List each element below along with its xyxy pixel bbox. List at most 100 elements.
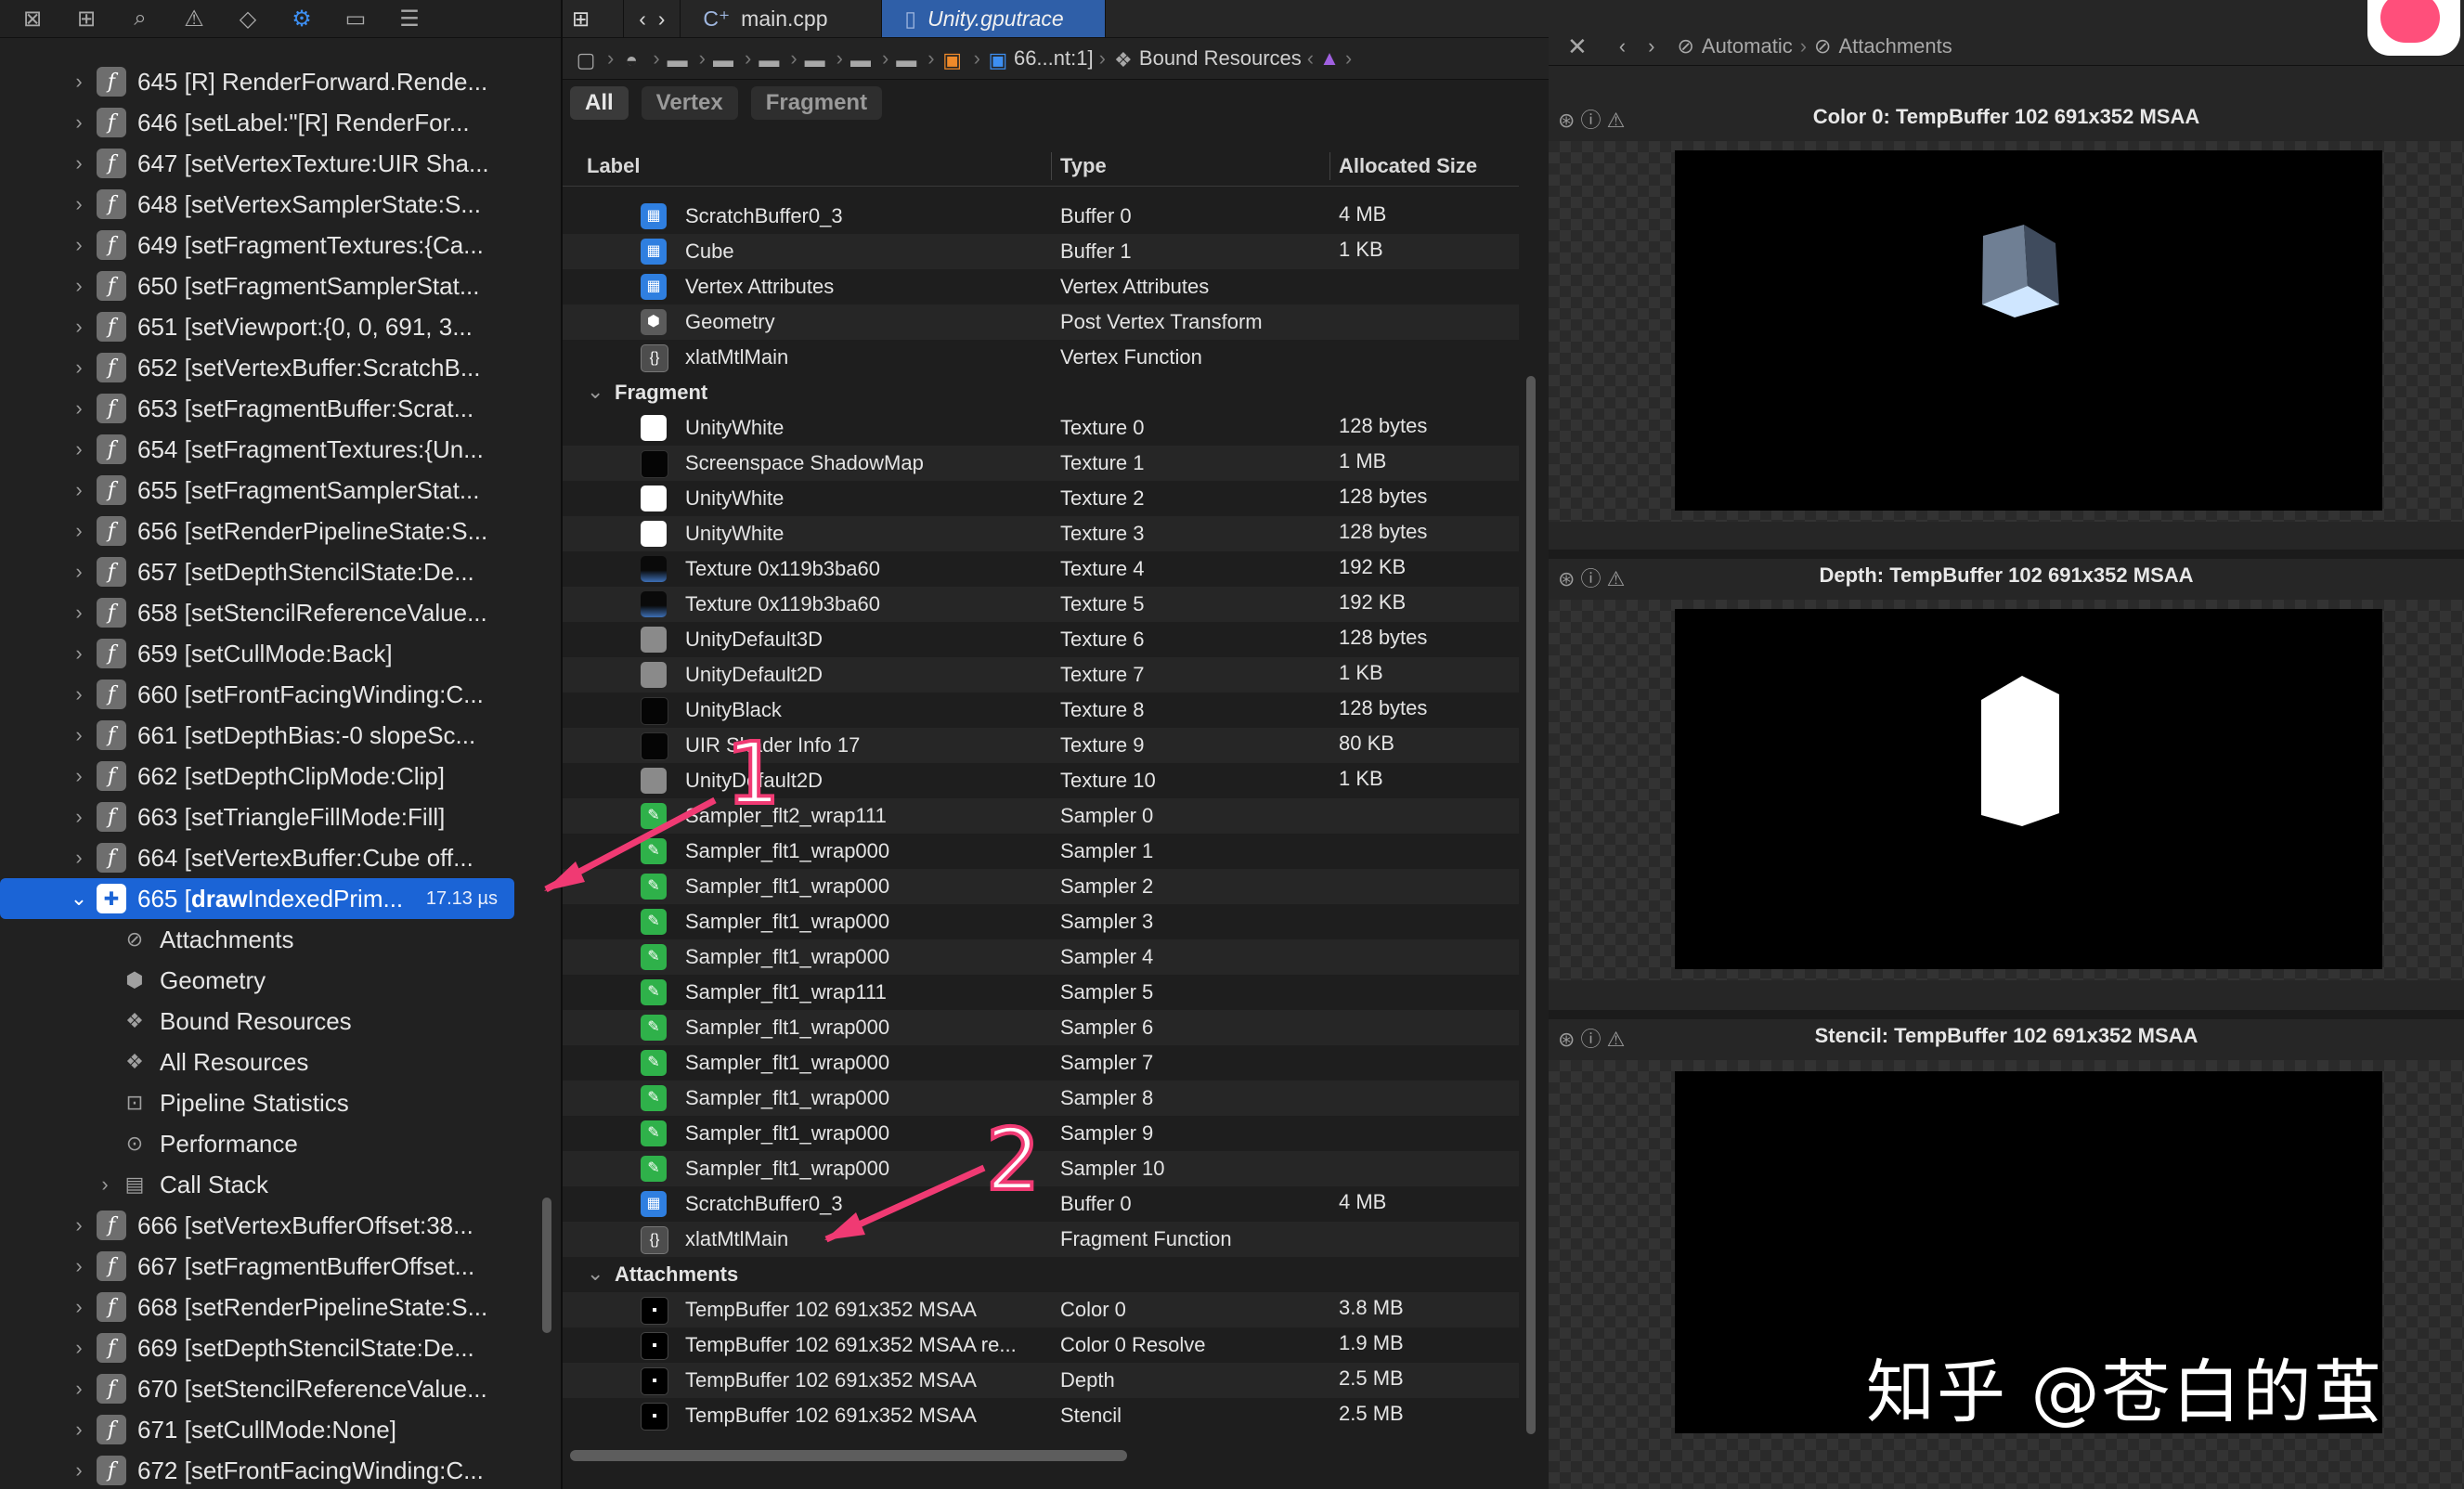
command-row[interactable]: › f 671 [setCullMode:None] bbox=[0, 1409, 520, 1450]
close-navigator-icon[interactable]: ⊠ bbox=[6, 2, 59, 35]
disclosure-chevron-icon[interactable]: › bbox=[65, 723, 93, 747]
tag-icon[interactable]: ▭ bbox=[329, 2, 383, 35]
filter-all-button[interactable]: All bbox=[570, 86, 629, 120]
sidebar-item-all-resources[interactable]: ❖ All Resources bbox=[0, 1042, 520, 1082]
chevron-left-icon[interactable]: ‹ bbox=[639, 6, 646, 32]
filter-fragment-button[interactable]: Fragment bbox=[750, 86, 883, 120]
table-row[interactable]: ✎ Sampler_flt1_wrap000 Sampler 4 bbox=[563, 939, 1519, 975]
column-allocated-size[interactable]: Allocated Size bbox=[1339, 154, 1477, 178]
column-type[interactable]: Type bbox=[1060, 154, 1107, 178]
table-row[interactable]: ✎ Sampler_flt1_wrap000 Sampler 9 bbox=[563, 1116, 1519, 1151]
table-row[interactable]: ▦ Vertex Attributes Vertex Attributes bbox=[563, 269, 1519, 304]
command-row[interactable]: › f 660 [setFrontFacingWinding:C... bbox=[0, 674, 520, 715]
command-row[interactable]: › f 647 [setVertexTexture:UIR Sha... bbox=[0, 143, 520, 184]
command-row[interactable]: › f 668 [setRenderPipelineState:S... bbox=[0, 1287, 520, 1327]
preview-options-icons[interactable]: ⊛ ⓘ ⚠ bbox=[1558, 563, 1625, 592]
breakpoint-icon[interactable]: ◇ bbox=[221, 2, 275, 35]
table-row[interactable]: UnityWhite Texture 0 128 bytes bbox=[563, 410, 1519, 446]
chevron-right-icon[interactable]: › bbox=[1648, 34, 1654, 58]
command-row[interactable]: › f 658 [setStencilReferenceValue... bbox=[0, 592, 520, 633]
disclosure-chevron-icon[interactable]: › bbox=[65, 1254, 93, 1278]
table-row[interactable]: UnityBlack Texture 8 128 bytes bbox=[563, 693, 1519, 728]
tab-unity-gputrace[interactable]: ▯ Unity.gputrace bbox=[882, 0, 1107, 37]
disclosure-chevron-icon[interactable]: › bbox=[65, 110, 93, 135]
sidebar-item-bound-resources[interactable]: ❖ Bound Resources bbox=[0, 1001, 520, 1042]
command-row[interactable]: › f 672 [setFrontFacingWinding:C... bbox=[0, 1450, 520, 1489]
table-row[interactable]: UnityDefault3D Texture 6 128 bytes bbox=[563, 622, 1519, 657]
table-row[interactable]: ✎ Sampler_flt1_wrap000 Sampler 10 bbox=[563, 1151, 1519, 1186]
table-row[interactable]: Texture 0x119b3ba60 Texture 5 192 KB bbox=[563, 587, 1519, 622]
command-row[interactable]: › f 663 [setTriangleFillMode:Fill] bbox=[0, 796, 520, 837]
command-row[interactable]: › f 662 [setDepthClipMode:Clip] bbox=[0, 756, 520, 796]
table-row[interactable]: ▪ TempBuffer 102 691x352 MSAA re... Color … bbox=[563, 1327, 1519, 1363]
table-row[interactable]: UnityDefault2D Texture 10 1 KB bbox=[563, 763, 1519, 798]
warning-icon[interactable]: ⚠ bbox=[167, 2, 221, 35]
disclosure-chevron-icon[interactable]: › bbox=[65, 1336, 93, 1360]
color-attachment-image[interactable] bbox=[1675, 150, 2382, 511]
table-row[interactable]: ▦ ScratchBuffer0_3 Buffer 0 4 MB bbox=[563, 1186, 1519, 1222]
disclosure-chevron-icon[interactable]: › bbox=[65, 1377, 93, 1401]
disclosure-chevron-icon[interactable]: › bbox=[65, 151, 93, 175]
depth-attachment-image[interactable] bbox=[1675, 609, 2382, 969]
disclosure-chevron-icon[interactable]: › bbox=[65, 805, 93, 829]
column-label[interactable]: Label bbox=[587, 154, 640, 178]
command-row[interactable]: › f 653 [setFragmentBuffer:Scrat... bbox=[0, 388, 520, 429]
group-fragment[interactable]: ⌄ Fragment bbox=[563, 375, 1519, 410]
disclosure-chevron-icon[interactable]: › bbox=[65, 192, 93, 216]
disclosure-chevron-icon[interactable]: › bbox=[65, 560, 93, 584]
disclosure-chevron-icon[interactable]: › bbox=[65, 1213, 93, 1237]
table-row[interactable]: UnityWhite Texture 2 128 bytes bbox=[563, 481, 1519, 516]
table-row[interactable]: ✎ Sampler_flt1_wrap000 Sampler 7 bbox=[563, 1045, 1519, 1081]
table-row[interactable]: ✎ Sampler_flt1_wrap000 Sampler 8 bbox=[563, 1081, 1519, 1116]
command-row[interactable]: › f 649 [setFragmentTextures:{Ca... bbox=[0, 225, 520, 265]
folder-icon[interactable]: ▬ bbox=[803, 48, 827, 71]
disclosure-chevron-icon[interactable]: › bbox=[65, 396, 93, 421]
command-row[interactable]: › f 646 [setLabel:"[R] RenderFor... bbox=[0, 102, 520, 143]
chevron-left-icon[interactable]: ‹ bbox=[1307, 46, 1314, 71]
draw-call-icon[interactable]: ▣ bbox=[986, 48, 1010, 71]
disclosure-chevron-icon[interactable]: › bbox=[65, 356, 93, 380]
table-row[interactable]: ▦ Cube Buffer 1 1 KB bbox=[563, 234, 1519, 269]
close-icon[interactable]: ✕ bbox=[1567, 32, 1588, 61]
table-row[interactable]: ✎ Sampler_flt1_wrap111 Sampler 5 bbox=[563, 975, 1519, 1010]
disclosure-chevron-icon[interactable]: › bbox=[65, 1458, 93, 1483]
table-row[interactable]: ▪ TempBuffer 102 691x352 MSAA Depth 2.5 MB bbox=[563, 1363, 1519, 1398]
command-row[interactable]: › f 651 [setViewport:{0, 0, 691, 3... bbox=[0, 306, 520, 347]
table-row[interactable]: {} xlatMtlMain Fragment Function bbox=[563, 1222, 1519, 1257]
command-row[interactable]: › f 656 [setRenderPipelineState:S... bbox=[0, 511, 520, 551]
assistant-section[interactable]: Attachments bbox=[1838, 34, 1952, 58]
disclosure-chevron-icon[interactable]: › bbox=[65, 682, 93, 706]
table-row[interactable]: ▪ TempBuffer 102 691x352 MSAA Color 0 3.8 M… bbox=[563, 1292, 1519, 1327]
command-row[interactable]: › f 645 [R] RenderForward.Rende... bbox=[0, 61, 520, 102]
disclosure-chevron-icon[interactable]: › bbox=[65, 601, 93, 625]
table-row[interactable]: UnityDefault2D Texture 7 1 KB bbox=[563, 657, 1519, 693]
table-row[interactable]: UnityWhite Texture 3 128 bytes bbox=[563, 516, 1519, 551]
jump-bar-section[interactable]: Bound Resources bbox=[1139, 46, 1302, 71]
file-icon[interactable]: ▢ bbox=[574, 48, 598, 71]
table-vertical-scrollbar[interactable] bbox=[1526, 376, 1536, 1434]
table-row[interactable]: Texture 0x119b3ba60 Texture 4 192 KB bbox=[563, 551, 1519, 587]
folder-icon[interactable]: ▬ bbox=[666, 48, 690, 71]
disclosure-chevron-icon[interactable]: › bbox=[65, 437, 93, 461]
disclosure-chevron-icon[interactable]: › bbox=[65, 1295, 93, 1319]
disclosure-chevron-icon[interactable]: › bbox=[65, 519, 93, 543]
command-row[interactable]: › f 650 [setFragmentSamplerStat... bbox=[0, 265, 520, 306]
table-horizontal-scrollbar[interactable] bbox=[570, 1450, 1127, 1461]
table-row[interactable]: ✎ Sampler_flt2_wrap111 Sampler 0 bbox=[563, 798, 1519, 834]
tab-grid-button[interactable]: ⊞ bbox=[563, 0, 625, 37]
chevron-right-icon[interactable]: › bbox=[1345, 46, 1352, 71]
command-row[interactable]: › f 667 [setFragmentBufferOffset... bbox=[0, 1246, 520, 1287]
command-row[interactable]: › f 661 [setDepthBias:-0 slopeSc... bbox=[0, 715, 520, 756]
command-row[interactable]: › f 657 [setDepthStencilState:De... bbox=[0, 551, 520, 592]
table-row[interactable]: UIR Shader Info 17 Texture 9 80 KB bbox=[563, 728, 1519, 763]
chevron-down-icon[interactable]: ⌄ bbox=[587, 1262, 603, 1286]
disclosure-chevron-icon[interactable]: › bbox=[65, 233, 93, 257]
table-row[interactable]: ✎ Sampler_flt1_wrap000 Sampler 3 bbox=[563, 904, 1519, 939]
command-row[interactable]: › f 655 [setFragmentSamplerStat... bbox=[0, 470, 520, 511]
chevron-left-icon[interactable]: ‹ bbox=[1619, 34, 1626, 58]
chevron-down-icon[interactable]: ⌄ bbox=[65, 887, 93, 911]
command-row[interactable]: › f 666 [setVertexBufferOffset:38... bbox=[0, 1205, 520, 1246]
disclosure-chevron-icon[interactable]: › bbox=[65, 846, 93, 870]
disclosure-chevron-icon[interactable]: › bbox=[65, 764, 93, 788]
command-row[interactable]: › f 648 [setVertexSamplerState:S... bbox=[0, 184, 520, 225]
